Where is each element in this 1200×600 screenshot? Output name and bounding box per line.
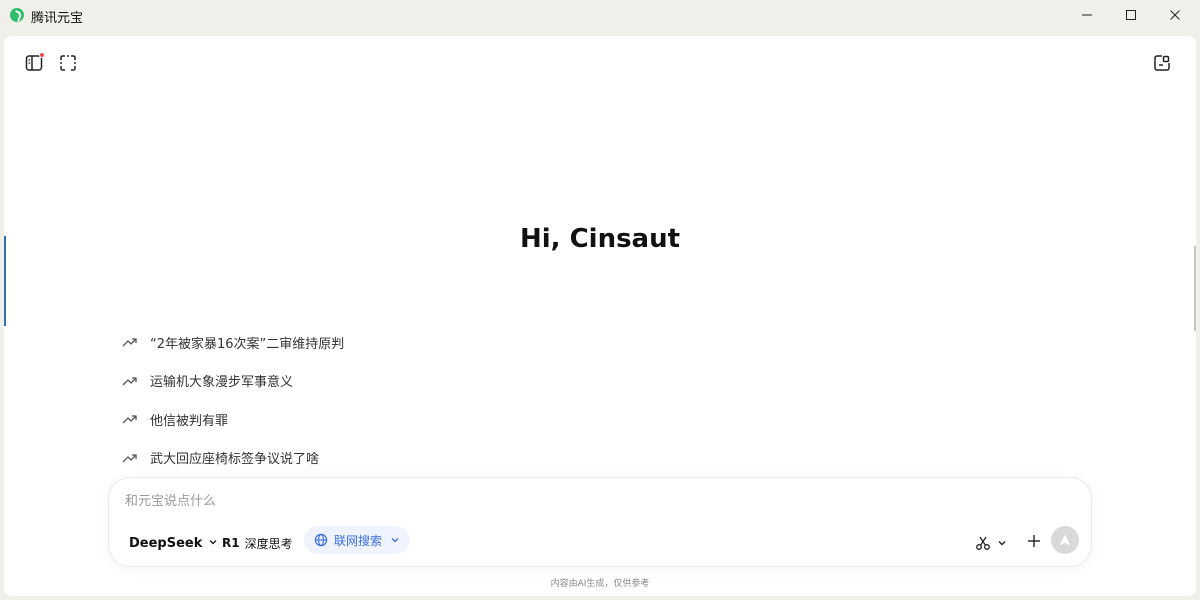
deep-think-label: 深度思考 <box>244 536 293 551</box>
send-icon <box>1059 534 1071 546</box>
close-icon <box>1170 10 1180 20</box>
web-search-toggle[interactable]: 联网搜索 <box>304 526 411 554</box>
suggestion-label: “2年被家暴16次案”二审维持原判 <box>150 336 345 352</box>
minimize-button[interactable] <box>1064 0 1110 30</box>
close-button[interactable] <box>1152 0 1198 30</box>
suggestion-label: 武大回应座椅标签争议说了啥 <box>150 452 320 468</box>
trending-up-icon <box>122 374 140 388</box>
chevron-down-icon <box>208 536 218 551</box>
message-composer: DeepSeek R1 深度思考 联网搜索 <box>108 477 1092 567</box>
trending-up-icon <box>122 335 140 349</box>
minimize-icon <box>1082 14 1092 16</box>
message-input[interactable] <box>125 490 1025 512</box>
chevron-down-icon[interactable] <box>390 535 400 545</box>
trending-up-icon <box>122 412 140 426</box>
ai-disclaimer: 内容由AI生成，仅供参考 <box>550 579 650 589</box>
suggestion-item[interactable]: 运输机大象漫步军事意义 <box>122 362 344 401</box>
scrollbar[interactable] <box>1194 246 1196 331</box>
deep-think-prefix: R1 <box>222 536 240 550</box>
scissors-icon <box>976 536 990 550</box>
add-attachment-button[interactable] <box>1021 528 1047 554</box>
suggestion-label: 运输机大象漫步军事意义 <box>150 375 294 391</box>
model-selector[interactable]: DeepSeek <box>129 532 218 554</box>
model-label: DeepSeek <box>129 535 203 551</box>
app-logo-icon <box>10 8 24 22</box>
app-title: 腾讯元宝 <box>31 11 84 26</box>
maximize-button[interactable] <box>1108 0 1154 30</box>
sidebar-toggle-button[interactable] <box>20 49 48 77</box>
trending-up-icon <box>122 451 140 465</box>
screen-capture-button[interactable] <box>54 49 82 77</box>
greeting-heading: Hi, Cinsaut <box>519 224 681 254</box>
new-chat-icon <box>1154 55 1170 71</box>
suggestion-item[interactable]: “2年被家暴16次案”二审维持原判 <box>122 323 344 362</box>
chevron-down-icon <box>997 538 1007 548</box>
notification-dot <box>39 52 45 58</box>
screen-capture-icon <box>60 55 76 71</box>
title-bar: 腾讯元宝 <box>0 0 1200 30</box>
new-chat-button[interactable] <box>1148 49 1176 77</box>
main-window: Hi, Cinsaut “2年被家暴16次案”二审维持原判 运输机大象漫步军事意… <box>4 36 1196 596</box>
suggestion-item[interactable]: 他信被判有罪 <box>122 400 344 439</box>
send-button[interactable] <box>1051 526 1079 554</box>
plus-icon <box>1028 535 1040 547</box>
suggestion-label: 他信被判有罪 <box>150 413 229 429</box>
screenshot-tool-button[interactable] <box>975 532 1007 554</box>
trending-suggestions: “2年被家暴16次案”二审维持原判 运输机大象漫步军事意义 他信被判有罪 武大回… <box>122 323 344 477</box>
web-search-label: 联网搜索 <box>334 533 383 548</box>
maximize-icon <box>1126 10 1136 20</box>
deep-think-toggle[interactable]: R1 深度思考 <box>222 532 293 554</box>
globe-icon <box>314 533 328 547</box>
suggestion-item[interactable]: 武大回应座椅标签争议说了啥 <box>122 439 344 478</box>
